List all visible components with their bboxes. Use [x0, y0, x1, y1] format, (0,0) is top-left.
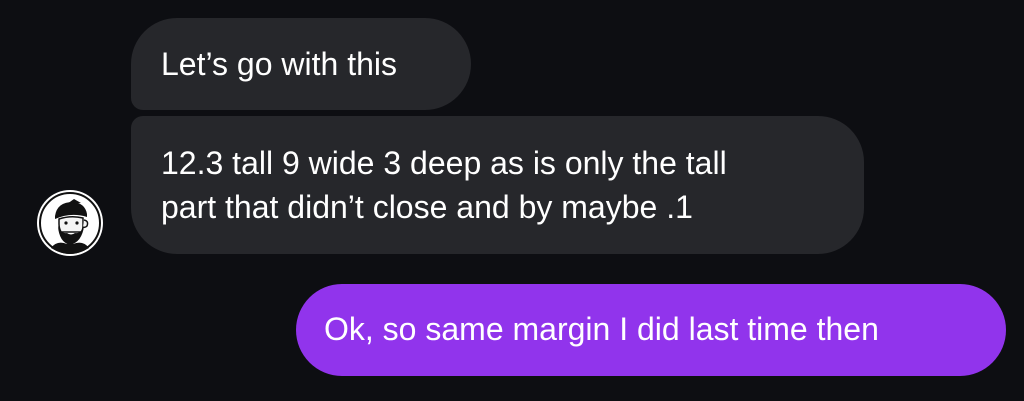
contact-avatar[interactable] [37, 190, 103, 256]
bearded-man-avatar-icon [39, 192, 101, 254]
message-text-line: part that didn’t close and by maybe .1 [161, 189, 693, 225]
message-text-line: 12.3 tall 9 wide 3 deep as is only the t… [161, 145, 727, 181]
message-text: Let’s go with this [161, 46, 397, 82]
message-bubble-incoming[interactable]: 12.3 tall 9 wide 3 deep as is only the t… [131, 116, 864, 254]
message-bubble-incoming[interactable]: Let’s go with this [131, 18, 471, 110]
chat-thread: Let’s go with this 12.3 tall 9 wide 3 de… [0, 0, 1024, 401]
message-text: Ok, so same margin I did last time then [324, 311, 879, 347]
message-bubble-outgoing[interactable]: Ok, so same margin I did last time then [296, 284, 1006, 376]
